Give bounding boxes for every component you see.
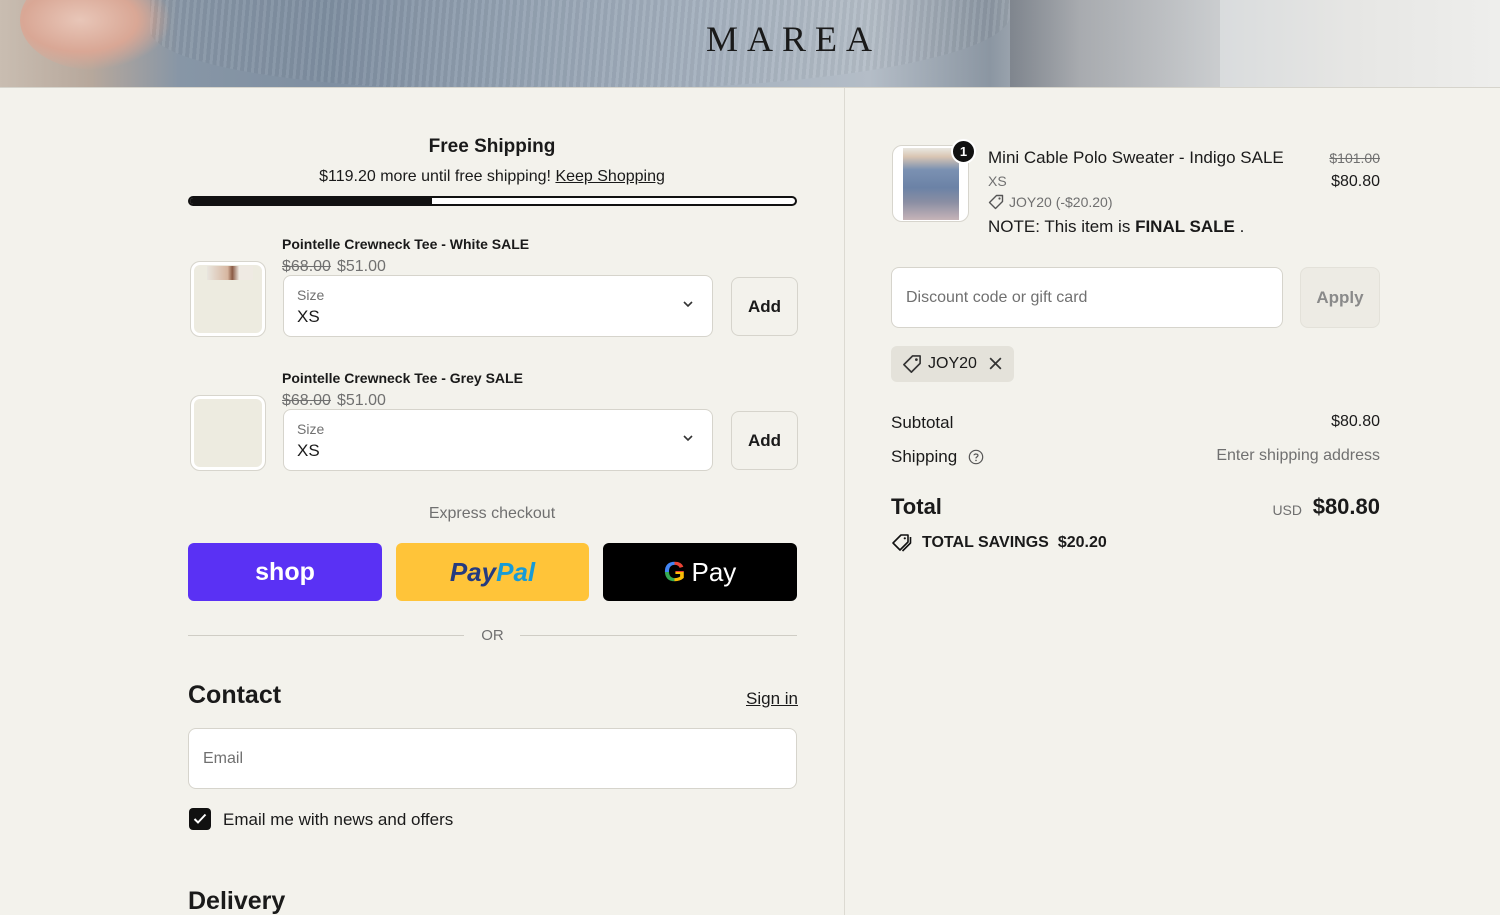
add-upsell-button[interactable]: Add [731, 277, 798, 336]
store-logo[interactable]: MAREA [706, 18, 881, 60]
upsell-item: Pointelle Crewneck Tee - Grey SALE $68.0… [188, 370, 798, 490]
upsell-item: Pointelle Crewneck Tee - White SALE $68.… [188, 236, 798, 356]
size-select[interactable]: Size XS [283, 409, 713, 471]
size-select-label: Size [297, 287, 325, 303]
note-text: NOTE: This item is [988, 217, 1131, 236]
keep-shopping-link[interactable]: Keep Shopping [555, 168, 664, 185]
upsell-prices: $68.00 $51.00 [282, 258, 386, 276]
quantity-badge: 1 [951, 139, 976, 164]
upsell-name: Pointelle Crewneck Tee - White SALE [282, 236, 530, 252]
cart-item-discount-text: JOY20 (-$20.20) [1009, 194, 1113, 210]
product-image [903, 148, 959, 220]
column-divider [844, 88, 845, 915]
tags-icon [892, 534, 912, 552]
shipping-value: Enter shipping address [1216, 447, 1380, 464]
free-shipping-progress-bar [188, 196, 797, 206]
hero-banner: MAREA [0, 0, 1500, 88]
or-divider: OR [188, 626, 797, 646]
upsell-prices: $68.00 $51.00 [282, 392, 386, 410]
total-value: $80.80 [1312, 494, 1380, 519]
upsell-old-price: $68.00 [282, 392, 331, 409]
google-pay-button[interactable]: G Pay [603, 543, 797, 601]
savings-value: $20.20 [1057, 534, 1107, 551]
cart-item-price: $80.80 [1331, 173, 1380, 190]
applied-discount-chip: JOY20 [891, 346, 1014, 382]
subtotal-value: $80.80 [1331, 413, 1380, 430]
size-select-value: XS [297, 307, 320, 326]
banner-photo-background [1010, 0, 1220, 87]
note-final-sale: FINAL SALE [1135, 217, 1235, 236]
applied-discount-code: JOY20 [928, 355, 977, 372]
shop-pay-button[interactable]: shop [188, 543, 382, 601]
progress-fill [190, 198, 432, 204]
checkmark-icon [193, 813, 207, 824]
upsell-thumbnail[interactable] [190, 395, 266, 471]
note-suffix: . [1239, 217, 1245, 236]
product-image [207, 266, 253, 280]
google-g-icon: G [663, 556, 686, 587]
discount-code-input[interactable] [891, 267, 1283, 328]
total-currency: USD [1272, 502, 1302, 518]
chevron-down-icon [683, 435, 693, 442]
upsell-thumbnail[interactable] [190, 261, 266, 337]
apply-discount-button[interactable]: Apply [1300, 267, 1380, 328]
newsletter-checkbox[interactable] [189, 808, 211, 830]
banner-photo-hand [20, 0, 170, 70]
cart-item-old-price: $101.00 [1329, 150, 1380, 166]
sign-in-link[interactable]: Sign in [746, 689, 798, 709]
upsell-old-price: $68.00 [282, 258, 331, 275]
total-savings: TOTAL SAVINGS $20.20 [891, 533, 1107, 553]
delivery-heading: Delivery [188, 887, 286, 915]
cart-item-discount: JOY20 (-$20.20) [988, 194, 1113, 210]
cart-item-variant: XS [988, 173, 1007, 189]
paypal-logo-part: Pal [496, 556, 536, 587]
total-label: Total [891, 494, 942, 519]
express-checkout-label: Express checkout [428, 505, 556, 522]
email-field[interactable] [188, 728, 797, 789]
upsell-name: Pointelle Crewneck Tee - Grey SALE [282, 370, 523, 386]
tag-icon [988, 194, 1004, 210]
shipping-label: Shipping [891, 447, 958, 466]
size-select-value: XS [297, 441, 320, 460]
cart-item-note: NOTE: This item is FINAL SALE . [988, 217, 1244, 237]
tag-icon [903, 355, 921, 373]
contact-heading: Contact [188, 681, 282, 709]
subtotal-label: Subtotal [891, 413, 954, 432]
google-pay-label: Pay [691, 556, 737, 587]
shipping-label-row: Shipping [891, 447, 984, 467]
upsell-price: $51.00 [336, 392, 386, 409]
or-label: OR [481, 627, 504, 644]
free-shipping-message: $119.20 more until free shipping! Keep S… [188, 168, 796, 186]
size-select-label: Size [297, 421, 325, 437]
free-shipping-text: $119.20 more until free shipping! [319, 168, 551, 185]
savings-label: TOTAL SAVINGS [922, 534, 1049, 551]
free-shipping-title: Free Shipping [428, 136, 556, 157]
paypal-logo-part: Pay [449, 556, 497, 587]
help-circle-icon[interactable] [968, 449, 984, 465]
newsletter-label[interactable]: Email me with news and offers [223, 810, 453, 830]
remove-discount-icon[interactable] [988, 356, 1003, 371]
size-select[interactable]: Size XS [283, 275, 713, 337]
cart-item-name: Mini Cable Polo Sweater - Indigo SALE [988, 148, 1284, 167]
shop-pay-logo: shop [255, 557, 315, 586]
upsell-price: $51.00 [336, 258, 386, 275]
chevron-down-icon [683, 301, 693, 308]
paypal-button[interactable]: Pay Pal [396, 543, 589, 601]
add-upsell-button[interactable]: Add [731, 411, 798, 470]
